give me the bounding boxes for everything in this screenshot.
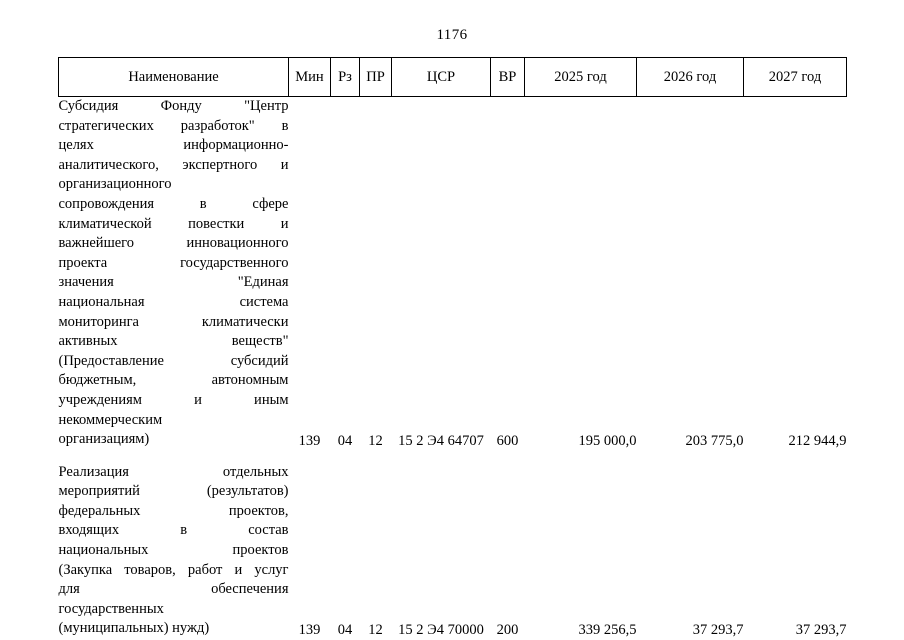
- row-min: 139: [298, 432, 321, 449]
- row-name-line: аналитического, экспертного и: [58, 156, 289, 173]
- row-name-line: некоммерческим: [58, 411, 163, 428]
- row-name-line: мероприятий (результатов): [58, 483, 289, 500]
- page-number: 1176: [436, 27, 468, 43]
- row-name-line: проекта государственного: [58, 254, 289, 271]
- row-amount-2026: 203 775,0: [685, 432, 744, 449]
- column-header-rz: Рз: [330, 57, 360, 97]
- table-row: Реализация отдельных мероприятий (результ…: [59, 463, 847, 639]
- table-row-gap: [59, 450, 847, 463]
- column-header-pr: ПР: [359, 57, 392, 97]
- document-page: 1176 Наименование Мин Рз ПР ЦСР ВР 2025 …: [0, 0, 904, 640]
- row-csr: 15 2 Э4 64707: [398, 432, 484, 449]
- row-csr: 15 2 Э4 70000: [398, 622, 484, 639]
- row-pr: 12: [368, 432, 383, 449]
- row-min: 139: [298, 622, 321, 639]
- row-rz: 04: [337, 622, 353, 639]
- row-name-line: важнейшего инновационного: [58, 235, 289, 252]
- budget-table: Наименование Мин Рз ПР ЦСР ВР 2025 год 2…: [58, 57, 847, 639]
- row-name-text: Реализация отдельных мероприятий (результ…: [59, 463, 289, 639]
- row-name-line: сопровождения в сфере: [58, 195, 289, 212]
- row-name-line: целях информационно-: [58, 137, 289, 154]
- row-name-line: для обеспечения: [58, 581, 289, 598]
- row-name-line: федеральных проектов,: [58, 502, 289, 519]
- row-name-line: организационного: [58, 176, 172, 193]
- row-amount-2025: 195 000,0: [578, 432, 637, 449]
- column-header-year-2025: 2025 год: [524, 57, 637, 97]
- row-rz: 04: [337, 432, 353, 449]
- column-header-min: Мин: [288, 57, 331, 97]
- row-name-line: Реализация отдельных: [58, 463, 289, 480]
- row-name-line: национальных проектов: [58, 542, 289, 559]
- column-header-year-2027: 2027 год: [743, 57, 847, 97]
- row-name-cell: Реализация отдельных мероприятий (результ…: [59, 463, 289, 639]
- row-name-line: организациям): [58, 431, 150, 448]
- row-name-line: значения "Единая: [58, 274, 289, 291]
- row-name-line: (Закупка товаров, работ и услуг: [58, 561, 289, 578]
- row-amount-2027: 212 944,9: [788, 432, 847, 449]
- row-name-line: государственных: [58, 600, 164, 617]
- row-name-line: бюджетным, автономным: [58, 372, 289, 389]
- column-header-csr: ЦСР: [391, 57, 491, 97]
- row-vr: 200: [496, 622, 519, 639]
- row-name-line: (муниципальных) нужд): [58, 620, 210, 637]
- row-name-line: (Предоставление субсидий: [58, 352, 289, 369]
- row-amount-2025: 339 256,5: [578, 622, 637, 639]
- row-name-cell: Субсидия Фонду "Центр стратегических разр…: [59, 97, 289, 450]
- table-body: Субсидия Фонду "Центр стратегических разр…: [59, 97, 847, 640]
- row-name-line: климатической повестки и: [58, 215, 289, 232]
- row-amount-2027: 37 293,7: [795, 622, 847, 639]
- row-name-line: активных веществ": [58, 333, 289, 350]
- table-header-row: Наименование Мин Рз ПР ЦСР ВР 2025 год 2…: [58, 57, 847, 97]
- row-name-line: входящих в состав: [58, 522, 289, 539]
- table-row: Субсидия Фонду "Центр стратегических разр…: [59, 97, 847, 450]
- row-amount-2026: 37 293,7: [692, 622, 744, 639]
- row-name-line: стратегических разработок" в: [58, 117, 289, 134]
- row-vr: 600: [496, 432, 519, 449]
- row-name-text: Субсидия Фонду "Центр стратегических разр…: [59, 97, 289, 450]
- column-header-name: Наименование: [58, 57, 289, 97]
- row-name-line: Субсидия Фонду "Центр: [58, 98, 289, 114]
- column-header-vr: ВР: [490, 57, 525, 97]
- row-name-line: мониторинга климатически: [58, 313, 289, 330]
- column-header-year-2026: 2026 год: [636, 57, 744, 97]
- row-name-line: национальная система: [58, 293, 289, 310]
- row-pr: 12: [368, 622, 383, 639]
- row-name-line: учреждениям и иным: [58, 391, 289, 408]
